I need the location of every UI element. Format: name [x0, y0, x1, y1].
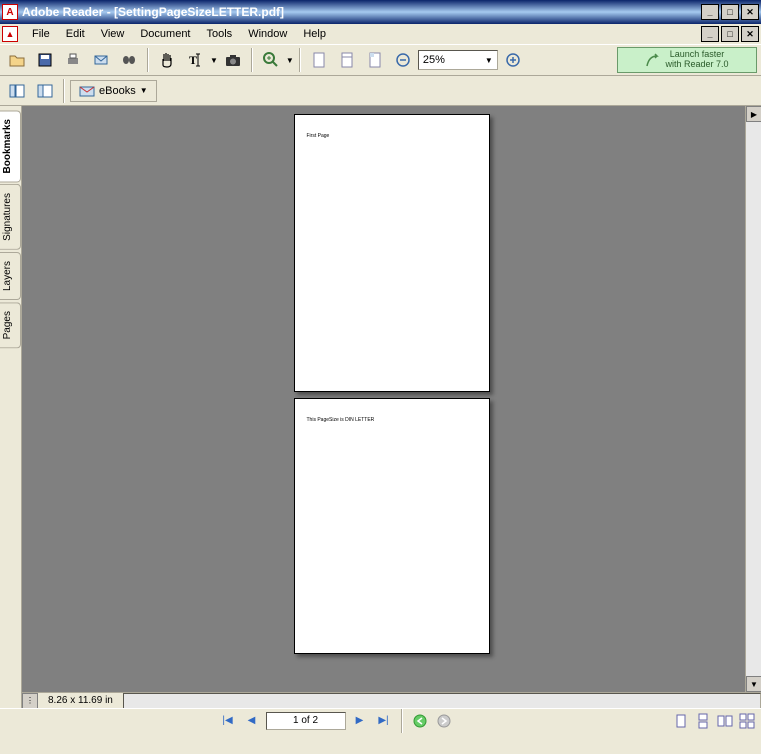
menu-edit[interactable]: Edit — [58, 26, 93, 42]
nav-pane-button[interactable] — [4, 78, 30, 104]
window-title: Adobe Reader - [SettingPageSizeLETTER.pd… — [22, 5, 701, 19]
page-size-display: 8.26 x 11.69 in — [38, 695, 123, 706]
menu-file[interactable]: File — [24, 26, 58, 42]
main-area: Bookmarks Signatures Layers Pages First … — [0, 106, 761, 708]
child-minimize-button[interactable]: _ — [701, 26, 719, 42]
zoom-in-button[interactable] — [258, 47, 284, 73]
page1-text: First Page — [307, 133, 477, 139]
toolbar-separator — [299, 48, 301, 72]
chevron-down-icon: ▼ — [140, 86, 148, 95]
tab-bookmarks[interactable]: Bookmarks — [0, 110, 21, 182]
titlebar: A Adobe Reader - [SettingPageSizeLETTER.… — [0, 0, 761, 24]
fit-width-button[interactable] — [334, 47, 360, 73]
continuous-view-button[interactable] — [693, 712, 713, 730]
text-select-button[interactable]: T — [182, 47, 208, 73]
scroll-down-button[interactable]: ▼ — [746, 676, 761, 692]
menubar: ▲ File Edit View Document Tools Window H… — [0, 24, 761, 44]
pdf-icon: ▲ — [2, 26, 18, 42]
first-page-button[interactable]: |◀ — [218, 712, 238, 730]
continuous-facing-view-button[interactable] — [737, 712, 757, 730]
forward-button[interactable] — [434, 712, 454, 730]
view-mode-buttons — [671, 712, 757, 730]
scroll-up-button[interactable]: ▶ — [746, 106, 761, 122]
chevron-down-icon[interactable]: ▼ — [485, 56, 493, 65]
menu-help[interactable]: Help — [295, 26, 334, 42]
open-button[interactable] — [4, 47, 30, 73]
facing-view-button[interactable] — [715, 712, 735, 730]
select-dropdown-icon[interactable]: ▼ — [210, 56, 218, 65]
back-button[interactable] — [410, 712, 430, 730]
page-number-input[interactable]: 1 of 2 — [266, 712, 346, 730]
prev-page-button[interactable]: ◀ — [242, 712, 262, 730]
zoom-input[interactable]: 25%▼ — [418, 50, 498, 70]
menu-window[interactable]: Window — [240, 26, 295, 42]
nav-pane2-button[interactable] — [32, 78, 58, 104]
bottom-navbar: |◀ ◀ 1 of 2 ▶ ▶| — [0, 708, 761, 732]
close-button[interactable]: ✕ — [741, 4, 759, 20]
child-maximize-button[interactable]: □ — [721, 26, 739, 42]
single-page-view-button[interactable] — [671, 712, 691, 730]
toolbar-separator — [63, 79, 65, 103]
hscroll-track[interactable] — [123, 693, 761, 709]
hand-tool-button[interactable] — [154, 47, 180, 73]
zoom-dropdown-icon[interactable]: ▼ — [286, 56, 294, 65]
search-button[interactable] — [116, 47, 142, 73]
pages-scroll[interactable]: First Page This PageSize is DIN LETTER — [22, 106, 761, 692]
last-page-button[interactable]: ▶| — [374, 712, 394, 730]
promo-banner[interactable]: Launch fasterwith Reader 7.0 — [617, 47, 757, 73]
menu-view[interactable]: View — [93, 26, 133, 42]
page2-text: This PageSize is DIN LETTER — [307, 417, 477, 423]
horizontal-scroll-row: ⋮ 8.26 x 11.69 in — [22, 692, 761, 708]
menu-tools[interactable]: Tools — [199, 26, 241, 42]
side-tabs: Bookmarks Signatures Layers Pages — [0, 106, 22, 708]
tab-pages[interactable]: Pages — [0, 302, 21, 348]
window-controls: _ □ ✕ — [701, 4, 759, 20]
document-area: First Page This PageSize is DIN LETTER ▶… — [22, 106, 761, 708]
hscroll-handle-icon[interactable]: ⋮ — [22, 693, 38, 709]
zoom-out-button[interactable] — [390, 47, 416, 73]
child-window-controls: _ □ ✕ — [701, 26, 761, 42]
toolbar-separator — [251, 48, 253, 72]
minimize-button[interactable]: _ — [701, 4, 719, 20]
toolbar-separator — [147, 48, 149, 72]
main-toolbar: T ▼ ▼ 25%▼ Launch fasterwith Reader 7.0 — [0, 44, 761, 76]
zoom-in-plus-button[interactable] — [500, 47, 526, 73]
save-button[interactable] — [32, 47, 58, 73]
ebooks-button[interactable]: eBooks ▼ — [70, 80, 157, 102]
maximize-button[interactable]: □ — [721, 4, 739, 20]
child-close-button[interactable]: ✕ — [741, 26, 759, 42]
svg-text:T: T — [189, 53, 197, 67]
menu-document[interactable]: Document — [132, 26, 198, 42]
next-page-button[interactable]: ▶ — [350, 712, 370, 730]
snapshot-button[interactable] — [220, 47, 246, 73]
secondary-toolbar: eBooks ▼ — [0, 76, 761, 106]
actual-size-button[interactable] — [362, 47, 388, 73]
app-icon: A — [2, 4, 18, 20]
pdf-page-1[interactable]: First Page — [294, 114, 490, 392]
tab-layers[interactable]: Layers — [0, 252, 21, 300]
fit-page-button[interactable] — [306, 47, 332, 73]
print-button[interactable] — [60, 47, 86, 73]
vertical-scrollbar[interactable]: ▶ ▼ — [745, 106, 761, 692]
pdf-page-2[interactable]: This PageSize is DIN LETTER — [294, 398, 490, 654]
scroll-track[interactable] — [746, 122, 761, 676]
tab-signatures[interactable]: Signatures — [0, 184, 21, 250]
email-button[interactable] — [88, 47, 114, 73]
toolbar-separator — [401, 709, 403, 733]
